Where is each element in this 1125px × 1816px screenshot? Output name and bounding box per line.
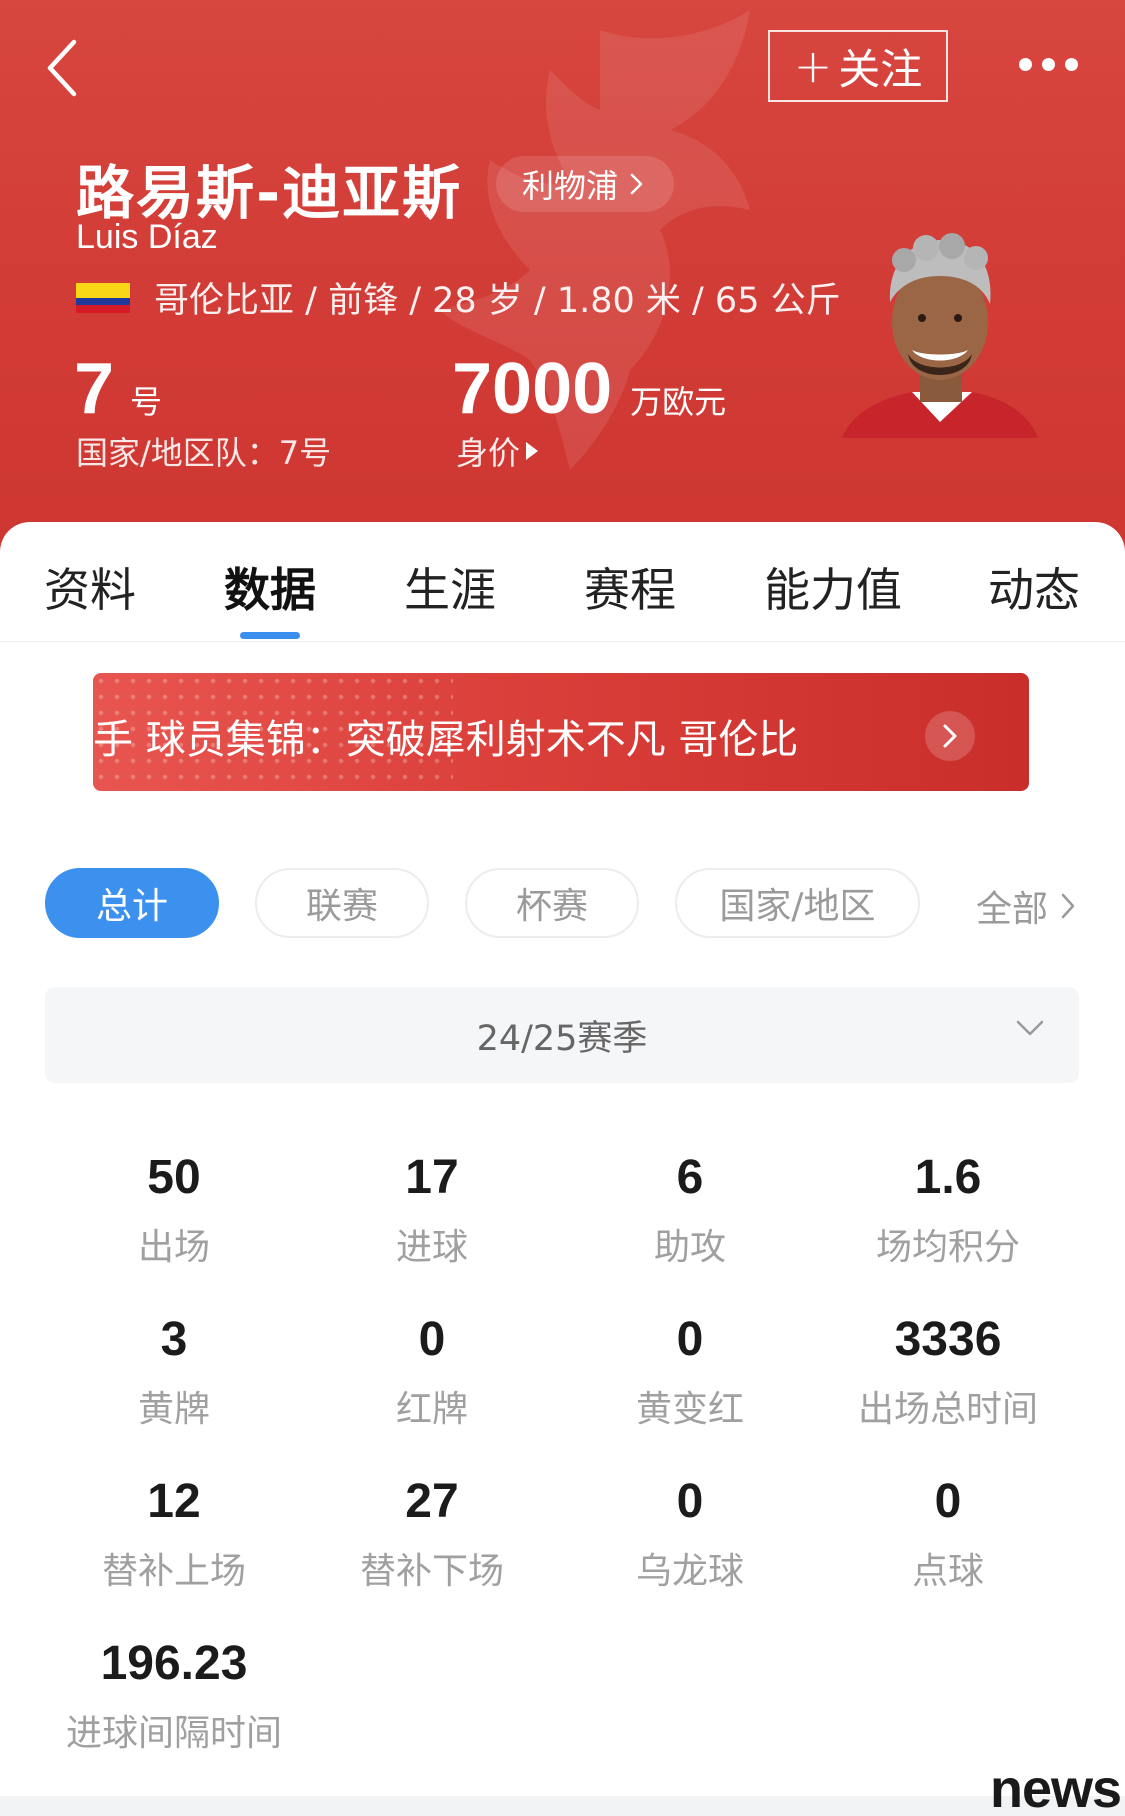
market-value-unit: 万欧元 xyxy=(630,383,727,421)
stat-value: 12 xyxy=(147,1475,201,1528)
market-value: 7000 xyxy=(452,349,613,429)
stat-value: 17 xyxy=(405,1151,459,1204)
filter-chip-national[interactable]: 国家/地区 xyxy=(675,868,920,938)
news-watermark-logo: news xyxy=(990,1759,1122,1816)
stat-label: 黄牌 xyxy=(137,1389,210,1430)
stat-label: 替补下场 xyxy=(359,1551,504,1592)
stat-assists: 6 助攻 xyxy=(570,1148,810,1270)
stat-label: 场均积分 xyxy=(875,1227,1020,1268)
stat-label: 替补上场 xyxy=(101,1551,246,1592)
market-value-block: 7000 万欧元 xyxy=(452,348,726,430)
market-value-label: 身价 xyxy=(456,434,521,472)
triangle-right-icon xyxy=(526,442,539,460)
tab-bar: 资料 数据 生涯 赛程 能力值 动态 xyxy=(0,522,1125,642)
highlight-banner[interactable]: 手 球员集锦：突破犀利射术不凡 哥伦比 xyxy=(93,673,1029,791)
national-team-number: 国家/地区队：7号 xyxy=(76,434,332,472)
stat-value: 50 xyxy=(147,1151,201,1204)
shirt-number-unit: 号 xyxy=(130,383,163,421)
stat-value: 0 xyxy=(934,1475,962,1528)
stat-value: 6 xyxy=(676,1151,704,1204)
tab-news[interactable]: 动态 xyxy=(988,554,1080,620)
plus-icon: + xyxy=(793,39,833,93)
stat-value: 0 xyxy=(418,1313,446,1366)
more-dots-icon[interactable] xyxy=(1012,44,1084,84)
market-value-link[interactable]: 身价 xyxy=(456,428,539,474)
player-header: + 关注 路易斯-迪亚斯 利物浦 Luis Díaz 哥伦比亚 / 前锋 / 2… xyxy=(0,0,1125,560)
stat-minutes-played: 3336 出场总时间 xyxy=(828,1310,1068,1432)
stat-label: 助攻 xyxy=(653,1227,726,1268)
follow-button[interactable]: + 关注 xyxy=(768,30,948,102)
stat-value: 0 xyxy=(676,1313,704,1366)
filter-chip-cup[interactable]: 杯赛 xyxy=(465,868,639,938)
chevron-down-icon xyxy=(1016,1020,1044,1036)
shirt-number: 7 xyxy=(74,349,115,429)
stat-value: 3 xyxy=(160,1313,188,1366)
filter-all-label: 全部 xyxy=(976,889,1049,930)
stat-label: 黄变红 xyxy=(635,1389,744,1430)
player-country: 哥伦比亚 xyxy=(154,281,295,321)
stat-value: 0 xyxy=(676,1475,704,1528)
club-link[interactable]: 利物浦 xyxy=(496,156,675,212)
stat-second-yellow: 0 黄变红 xyxy=(570,1310,810,1432)
season-selector[interactable]: 24/25赛季 xyxy=(45,987,1079,1083)
stat-label: 点球 xyxy=(911,1551,984,1592)
back-button[interactable] xyxy=(30,30,94,106)
filter-chip-total[interactable]: 总计 xyxy=(45,868,219,938)
player-photo xyxy=(842,233,1038,438)
stat-label: 红牌 xyxy=(395,1389,468,1430)
stat-yellow-cards: 3 黄牌 xyxy=(54,1310,294,1432)
stat-label: 出场总时间 xyxy=(857,1389,1038,1430)
colombia-flag-icon xyxy=(76,282,130,313)
stat-red-cards: 0 红牌 xyxy=(312,1310,552,1432)
chevron-right-icon xyxy=(925,711,975,761)
tab-schedule[interactable]: 赛程 xyxy=(584,554,676,620)
stat-penalties: 0 点球 xyxy=(828,1472,1068,1594)
chevron-right-icon xyxy=(630,173,643,195)
stat-value: 3336 xyxy=(894,1313,1002,1366)
player-info-row: 哥伦比亚 / 前锋 / 28 岁 / 1.80 米 / 65 公斤 xyxy=(76,272,841,323)
season-label: 24/25赛季 xyxy=(476,1018,648,1059)
tab-profile[interactable]: 资料 xyxy=(44,554,136,620)
club-name: 利物浦 xyxy=(522,167,619,205)
banner-text: 手 球员集锦：突破犀利射术不凡 哥伦比 xyxy=(93,717,799,763)
stat-sub-off: 27 替补下场 xyxy=(312,1472,552,1594)
player-name-en: Luis Díaz xyxy=(76,218,218,256)
bottom-divider xyxy=(0,1796,1125,1816)
player-info-rest: / 前锋 / 28 岁 / 1.80 米 / 65 公斤 xyxy=(305,281,841,321)
tab-career[interactable]: 生涯 xyxy=(404,554,496,620)
stat-value: 1.6 xyxy=(914,1151,982,1204)
active-tab-indicator xyxy=(240,632,300,639)
stat-label: 进球 xyxy=(395,1227,468,1268)
stat-label: 乌龙球 xyxy=(635,1551,744,1592)
follow-label: 关注 xyxy=(838,44,923,94)
shirt-number-block: 7 号 xyxy=(74,348,162,430)
tab-ability[interactable]: 能力值 xyxy=(764,554,902,620)
filter-all-link[interactable]: 全部 xyxy=(976,880,1076,932)
stat-own-goals: 0 乌龙球 xyxy=(570,1472,810,1594)
stat-sub-on: 12 替补上场 xyxy=(54,1472,294,1594)
stat-minutes-per-goal: 196.23 进球间隔时间 xyxy=(54,1634,294,1756)
back-arrow-icon xyxy=(47,39,77,97)
chevron-right-icon xyxy=(1061,893,1075,919)
stat-goals: 17 进球 xyxy=(312,1148,552,1270)
stat-value: 196.23 xyxy=(100,1637,248,1690)
stat-label: 进球间隔时间 xyxy=(65,1713,282,1754)
stat-value: 27 xyxy=(405,1475,459,1528)
stat-appearances: 50 出场 xyxy=(54,1148,294,1270)
stat-label: 出场 xyxy=(137,1227,210,1268)
tab-stats[interactable]: 数据 xyxy=(224,554,316,620)
filter-chip-league[interactable]: 联赛 xyxy=(255,868,429,938)
stat-points-per-game: 1.6 场均积分 xyxy=(828,1148,1068,1270)
